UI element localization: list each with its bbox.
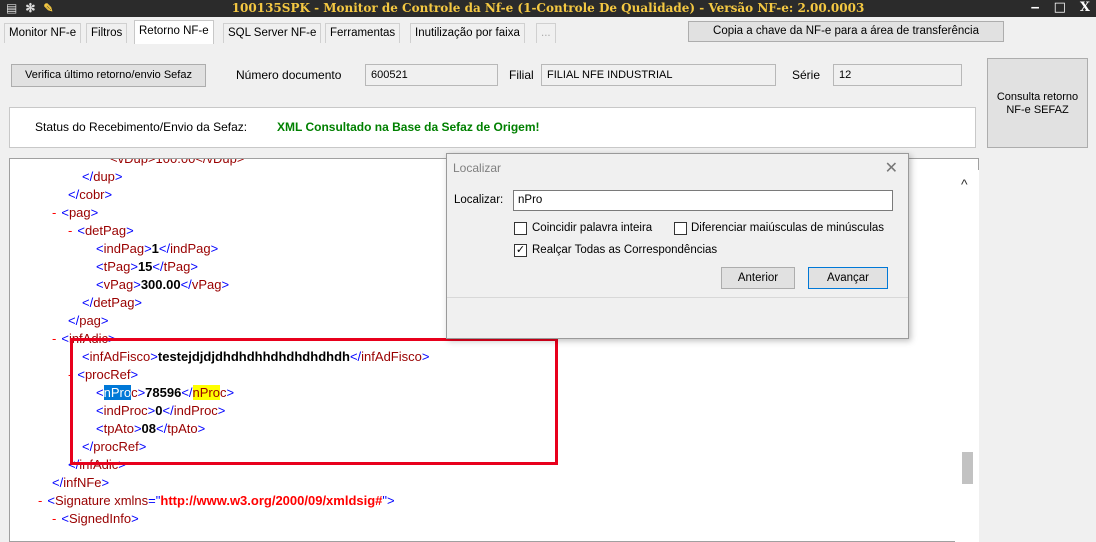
numero-documento-label: Número documento xyxy=(236,68,342,82)
status-label: Status do Recebimento/Envio da Sefaz: xyxy=(35,120,248,134)
highlight-all-checkbox[interactable]: ✓ xyxy=(514,244,527,257)
xml-line-vpag: <vPag>300.00</vPag> xyxy=(96,277,230,292)
xml-line-cobr-close: </cobr> xyxy=(68,187,113,202)
close-button[interactable]: X xyxy=(1080,0,1090,15)
match-whole-word-checkbox[interactable] xyxy=(514,222,527,235)
window-title: 100135SPK - Monitor de Controle da Nf-e … xyxy=(231,1,865,15)
minimize-button[interactable]: ‒ xyxy=(1031,0,1040,15)
xml-line-tpag: <tPag>15</tPag> xyxy=(96,259,198,274)
serie-field[interactable]: 12 xyxy=(833,64,962,86)
find-dialog-title: Localizar xyxy=(453,161,502,175)
tab-ferramentas[interactable]: Ferramentas xyxy=(325,23,401,43)
xml-line-infnfe-close: </infNFe> xyxy=(52,475,110,490)
dialog-divider xyxy=(447,297,908,298)
highlight-all-label[interactable]: Realçar Todas as Correspondências xyxy=(532,244,717,256)
filial-label: Filial xyxy=(509,68,534,82)
status-value: XML Consultado na Base da Sefaz de Orige… xyxy=(277,120,540,134)
find-dialog: Localizar ✕ Localizar: nPro Coincidir pa… xyxy=(446,153,909,339)
xml-line-pag-close: </pag> xyxy=(68,313,109,328)
serie-label: Série xyxy=(792,68,821,82)
match-whole-word-label[interactable]: Coincidir palavra inteira xyxy=(532,222,652,234)
highlight-annotation-box xyxy=(70,338,558,465)
tab-more[interactable]: ... xyxy=(536,23,556,43)
tab-retorno-nfe[interactable]: Retorno NF-e xyxy=(134,20,214,44)
title-bar: ▤ ✻ ✎ 100135SPK - Monitor de Controle da N… xyxy=(0,0,1096,17)
tab-sql-server-nfe[interactable]: SQL Server NF-e xyxy=(223,23,322,43)
window-controls: ‒ □ X xyxy=(1017,0,1090,15)
maximize-button[interactable]: □ xyxy=(1054,0,1066,15)
xml-line-detpag-close: </detPag> xyxy=(82,295,143,310)
xml-line-signature[interactable]: - <Signature xmlns="http://www.w3.org/200… xyxy=(38,492,395,510)
xml-line-signedinfo[interactable]: - <SignedInfo> xyxy=(52,510,139,528)
next-button[interactable]: Avançar xyxy=(808,267,888,289)
xml-line-dup-close: </dup> xyxy=(82,169,123,184)
status-box: Status do Recebimento/Envio da Sefaz: XM… xyxy=(9,107,976,148)
xml-line-indpag: <indPag>1</indPag> xyxy=(96,241,219,256)
xml-line-detpag[interactable]: - <detPag> xyxy=(68,222,134,240)
scroll-thumb[interactable] xyxy=(962,452,973,484)
filial-field[interactable]: FILIAL NFE INDUSTRIAL xyxy=(541,64,776,86)
match-case-label[interactable]: Diferenciar maiúsculas de minúsculas xyxy=(691,222,884,234)
close-icon[interactable]: ✕ xyxy=(885,158,898,178)
retorno-panel: Verifica último retorno/envio Sefaz Núme… xyxy=(0,44,1096,156)
xml-line-pag[interactable]: - <pag> xyxy=(52,204,98,222)
tab-inutilizacao[interactable]: Inutilização por faixa xyxy=(410,23,525,43)
verify-last-return-button[interactable]: Verifica último retorno/envio Sefaz xyxy=(11,64,206,87)
tab-filtros[interactable]: Filtros xyxy=(86,23,128,43)
find-input[interactable]: nPro xyxy=(513,190,893,211)
numero-documento-field[interactable]: 600521 xyxy=(365,64,498,86)
copy-key-button[interactable]: Copia a chave da NF-e para a área de tra… xyxy=(688,21,1004,42)
match-case-checkbox[interactable] xyxy=(674,222,687,235)
tab-monitor-nfe[interactable]: Monitor NF-e xyxy=(4,23,82,43)
xml-line-vdup: <vDup>100.00</vDup> xyxy=(110,158,245,166)
consulta-retorno-button[interactable]: Consulta retorno NF-e SEFAZ xyxy=(987,58,1088,148)
scroll-up-icon[interactable]: ^ xyxy=(961,176,968,192)
find-label: Localizar: xyxy=(454,194,504,206)
previous-button[interactable]: Anterior xyxy=(721,267,795,289)
xml-scrollbar[interactable]: ^ xyxy=(955,170,979,542)
